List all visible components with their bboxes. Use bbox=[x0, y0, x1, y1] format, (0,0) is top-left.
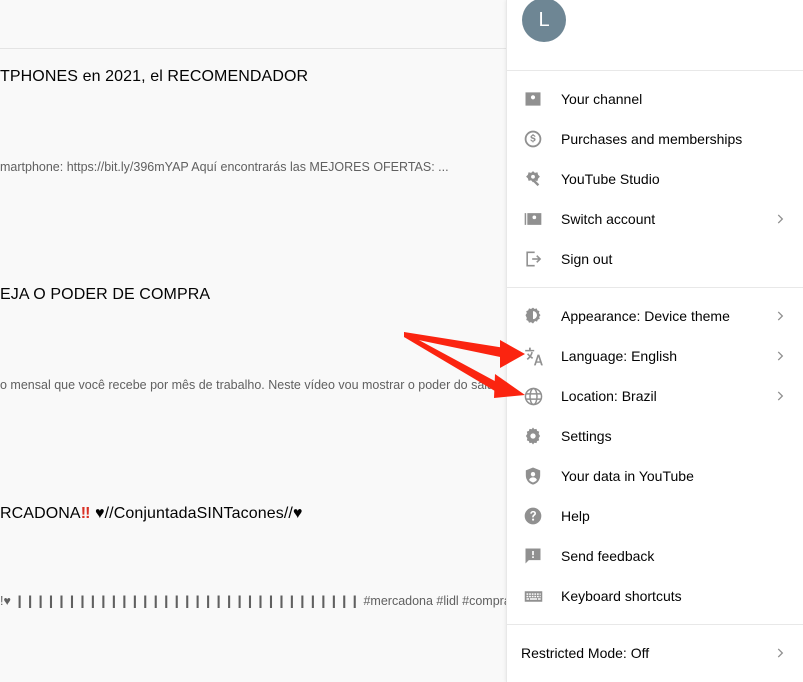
menu-item-label: Your data in YouTube bbox=[561, 468, 694, 484]
account-box-icon bbox=[521, 87, 545, 111]
menu-item-label: Your channel bbox=[561, 91, 643, 107]
video-description: o mensal que você recebe por mês de trab… bbox=[0, 378, 501, 392]
language-translate-icon bbox=[521, 344, 545, 368]
video-description-row: !♥ ❙❙❙❙❙❙❙❙❙❙❙❙❙❙❙❙❙❙❙❙❙❙❙❙❙❙❙❙❙❙❙❙❙ #me… bbox=[0, 592, 506, 610]
menu-item-label: Help bbox=[561, 508, 590, 524]
appearance-moon-icon bbox=[521, 304, 545, 328]
chevron-right-icon bbox=[771, 309, 789, 323]
menu-item-appearance[interactable]: Appearance: Device theme bbox=[507, 296, 803, 336]
menu-group-restricted: Restricted Mode: Off bbox=[507, 625, 803, 681]
menu-item-label: Location: Brazil bbox=[561, 388, 657, 404]
dollar-circle-icon bbox=[521, 127, 545, 151]
avatar[interactable]: L bbox=[522, 0, 566, 42]
menu-group-account: Your channel Purchases and memberships Y… bbox=[507, 71, 803, 287]
menu-item-location[interactable]: Location: Brazil bbox=[507, 376, 803, 416]
screenshot-root: TPHONES en 2021, el RECOMENDADOR martpho… bbox=[0, 0, 803, 682]
video-list-item[interactable]: TPHONES en 2021, el RECOMENDADOR bbox=[0, 66, 506, 88]
menu-item-settings[interactable]: Settings bbox=[507, 416, 803, 456]
video-description-row: o mensal que você recebe por mês de trab… bbox=[0, 376, 506, 394]
menu-item-youtube-studio[interactable]: YouTube Studio bbox=[507, 159, 803, 199]
help-question-icon bbox=[521, 504, 545, 528]
menu-item-your-data-in-youtube[interactable]: Your data in YouTube bbox=[507, 456, 803, 496]
menu-item-restricted-mode[interactable]: Restricted Mode: Off bbox=[507, 633, 803, 673]
menu-item-label: Send feedback bbox=[561, 548, 655, 564]
menu-item-label: Switch account bbox=[561, 211, 656, 227]
menu-item-label: Purchases and memberships bbox=[561, 131, 743, 147]
chevron-right-icon bbox=[771, 389, 789, 403]
video-list-item[interactable]: EJA O PODER DE COMPRA bbox=[0, 284, 506, 306]
video-title[interactable]: TPHONES en 2021, el RECOMENDADOR bbox=[0, 66, 506, 88]
video-title[interactable]: EJA O PODER DE COMPRA bbox=[0, 284, 506, 306]
video-title-suffix: ♥//ConjuntadaSINTacones//♥ bbox=[90, 505, 303, 522]
settings-gear-icon bbox=[521, 424, 545, 448]
send-feedback-icon bbox=[521, 544, 545, 568]
menu-item-label: Language: English bbox=[561, 348, 677, 364]
location-globe-icon bbox=[521, 384, 545, 408]
chevron-right-icon bbox=[771, 646, 789, 660]
menu-item-purchases-and-memberships[interactable]: Purchases and memberships bbox=[507, 119, 803, 159]
menu-item-label: Keyboard shortcuts bbox=[561, 588, 682, 604]
shield-data-icon bbox=[521, 464, 545, 488]
switch-account-icon bbox=[521, 207, 545, 231]
video-title[interactable]: RCADONA‼ ♥//ConjuntadaSINTacones//♥ bbox=[0, 503, 506, 525]
menu-item-help[interactable]: Help bbox=[507, 496, 803, 536]
video-title-prefix: RCADONA bbox=[0, 505, 81, 522]
content-divider bbox=[0, 48, 506, 49]
menu-item-keyboard-shortcuts[interactable]: Keyboard shortcuts bbox=[507, 576, 803, 616]
menu-item-label: YouTube Studio bbox=[561, 171, 660, 187]
menu-item-label: Settings bbox=[561, 428, 612, 444]
menu-item-your-channel[interactable]: Your channel bbox=[507, 79, 803, 119]
menu-item-sign-out[interactable]: Sign out bbox=[507, 239, 803, 279]
page-content-area: TPHONES en 2021, el RECOMENDADOR martpho… bbox=[0, 0, 506, 682]
account-menu-panel: L Your channel Purchases and memberships… bbox=[506, 0, 803, 682]
keyboard-icon bbox=[521, 584, 545, 608]
video-description: !♥ ❙❙❙❙❙❙❙❙❙❙❙❙❙❙❙❙❙❙❙❙❙❙❙❙❙❙❙❙❙❙❙❙❙ #me… bbox=[0, 594, 506, 608]
chevron-right-icon bbox=[771, 212, 789, 226]
video-description: martphone: https://bit.ly/396mYAP Aquí e… bbox=[0, 160, 449, 174]
account-header: L bbox=[507, 0, 803, 70]
menu-item-send-feedback[interactable]: Send feedback bbox=[507, 536, 803, 576]
menu-item-label: Appearance: Device theme bbox=[561, 308, 730, 324]
menu-item-label: Restricted Mode: Off bbox=[521, 645, 650, 661]
menu-group-preferences: Appearance: Device theme Language: Engli… bbox=[507, 288, 803, 624]
sign-out-icon bbox=[521, 247, 545, 271]
video-description-row: martphone: https://bit.ly/396mYAP Aquí e… bbox=[0, 158, 506, 176]
menu-item-language[interactable]: Language: English bbox=[507, 336, 803, 376]
chevron-right-icon bbox=[771, 349, 789, 363]
menu-item-label: Sign out bbox=[561, 251, 613, 267]
menu-item-switch-account[interactable]: Switch account bbox=[507, 199, 803, 239]
studio-gear-icon bbox=[521, 167, 545, 191]
video-list-item[interactable]: RCADONA‼ ♥//ConjuntadaSINTacones//♥ bbox=[0, 503, 506, 525]
